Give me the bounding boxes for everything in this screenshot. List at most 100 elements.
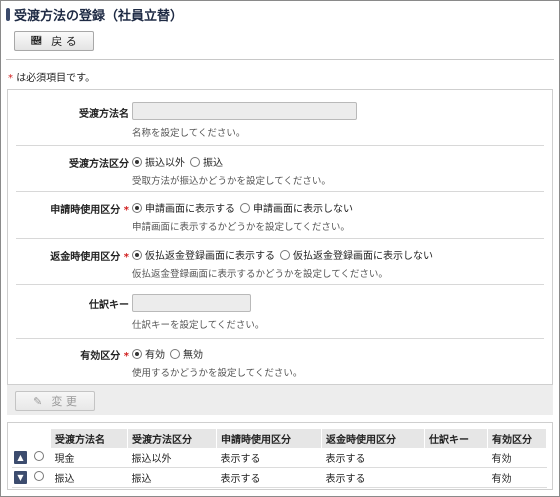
apply-use-option-label: 申請画面に表示する [145,204,235,215]
header-blank [12,429,30,448]
cell-name: 現金 [50,448,128,468]
cell-valid: 有効 [487,448,547,468]
name-hint: 名称を設定してください。 [132,128,246,139]
refund-use-label-text: 返金時使用区分 [50,252,121,263]
column-header: 受渡方法名 [50,429,128,448]
action-bar: ✎ 変 更 [7,385,553,415]
radio-empty-icon[interactable] [280,249,290,260]
cell-method-type: 振込以外 [127,448,217,468]
valid-radio-group: 有効 無効 [132,346,208,361]
refund-use-label: 返金時使用区分 * [50,248,129,263]
column-header: 受渡方法区分 [127,429,217,448]
down-arrow-icon[interactable]: ▼ [14,471,27,484]
valid-option-0[interactable]: 有効 [132,346,165,361]
column-header: 仕訳キー [424,429,488,448]
pencil-icon: ✎ [33,394,43,408]
journal-key-label: 仕訳キー [89,296,129,311]
header-blank [29,429,51,448]
column-header: 返金時使用区分 [321,429,425,448]
apply-use-radio-group: 申請画面に表示する 申請画面に表示しない [132,200,358,215]
radio-selected-icon[interactable] [132,156,142,167]
table-header-row: 受渡方法名 受渡方法区分 申請時使用区分 返金時使用区分 仕訳キー 有効区分 [12,429,547,448]
method-type-option-label: 振込以外 [145,158,185,169]
journal-key-hint: 仕訳キーを設定してください。 [132,320,265,331]
row-radio-icon[interactable] [33,471,44,481]
valid-option-label: 有効 [145,350,165,361]
cell-apply-use: 表示する [216,448,322,468]
cell-method-type: 振込 [127,467,217,488]
table-row[interactable]: ▼ 振込 振込 表示する 表示する 有効 [12,467,547,488]
table-row[interactable]: ▲ 現金 振込以外 表示する 表示する 有効 [12,448,547,468]
row-separator [16,145,544,146]
required-star: * [123,351,129,362]
page-title: 受渡方法の登録（社員立替） [14,8,184,24]
cell-valid: 有効 [487,467,547,488]
row-separator [16,238,544,239]
list-panel: 受渡方法名 受渡方法区分 申請時使用区分 返金時使用区分 仕訳キー 有効区分 ▲… [7,422,553,490]
refund-use-hint: 仮払返金登録画面に表示するかどうかを設定してください。 [132,269,388,280]
title-marker-icon [6,7,10,21]
refund-use-option-1[interactable]: 仮払返金登録画面に表示しない [280,247,433,262]
apply-use-label-text: 申請時使用区分 [50,205,121,216]
apply-use-label: 申請時使用区分 * [50,201,129,216]
radio-selected-icon[interactable] [132,249,142,260]
row-select-cell [29,467,51,488]
cell-refund-use: 表示する [321,448,425,468]
valid-option-1[interactable]: 無効 [170,346,203,361]
method-type-label: 受渡方法区分 [69,155,129,170]
refund-use-radio-group: 仮払返金登録画面に表示する 仮払返金登録画面に表示しない [132,247,438,262]
apply-use-option-label: 申請画面に表示しない [253,204,353,215]
name-input[interactable] [132,102,357,120]
required-star: * [123,205,129,216]
valid-label: 有効区分 * [80,347,129,362]
method-type-option-0[interactable]: 振込以外 [132,154,185,169]
apply-use-hint: 申請画面に表示するかどうかを設定してください。 [132,222,350,233]
column-header: 有効区分 [487,429,547,448]
cell-refund-use: 表示する [321,467,425,488]
required-note-text: は必須項目です。 [16,73,96,84]
radio-empty-icon[interactable] [170,348,180,359]
row-separator [16,191,544,192]
method-type-label-text: 受渡方法区分 [69,159,129,170]
journal-key-label-text: 仕訳キー [89,300,129,311]
radio-empty-icon[interactable] [240,202,250,213]
up-arrow-icon[interactable]: ▲ [14,451,27,464]
divider [6,59,554,60]
name-label-text: 受渡方法名 [79,109,129,120]
method-type-radio-group: 振込以外 振込 [132,154,228,169]
cell-journal-key [424,467,488,488]
cell-apply-use: 表示する [216,467,322,488]
refund-use-option-0[interactable]: 仮払返金登録画面に表示する [132,247,275,262]
method-type-hint: 受取方法が振込かどうかを設定してください。 [132,176,331,187]
refund-use-option-label: 仮払返金登録画面に表示する [145,251,275,262]
row-radio-icon[interactable] [33,451,44,461]
apply-use-option-0[interactable]: 申請画面に表示する [132,200,235,215]
name-label: 受渡方法名 [79,105,129,120]
change-button[interactable]: ✎ 変 更 [15,391,95,411]
row-separator [16,284,544,285]
required-star: * [8,73,13,84]
arrow-left-icon: 🡌 [31,35,42,47]
cell-name: 振込 [50,467,128,488]
change-button-label: 変 更 [51,395,77,408]
back-button[interactable]: 🡌 戻 る [14,31,94,51]
row-select-cell [29,448,51,468]
row-sort-cell: ▲ [12,448,30,468]
required-note: * は必須項目です。 [8,69,95,84]
method-type-option-label: 振込 [203,158,223,169]
row-sort-cell: ▼ [12,467,30,488]
valid-option-label: 無効 [183,350,203,361]
form-panel: 受渡方法名 名称を設定してください。 受渡方法区分 振込以外 振込 受取方法が振… [7,89,553,385]
valid-label-text: 有効区分 [80,351,121,362]
radio-empty-icon[interactable] [190,156,200,167]
method-type-option-1[interactable]: 振込 [190,154,223,169]
window-frame: 受渡方法の登録（社員立替） 🡌 戻 る * は必須項目です。 受渡方法名 名称を… [0,0,560,497]
refund-use-option-label: 仮払返金登録画面に表示しない [293,251,433,262]
column-header: 申請時使用区分 [216,429,322,448]
cell-journal-key [424,448,488,468]
journal-key-input[interactable] [132,294,251,312]
method-table: 受渡方法名 受渡方法区分 申請時使用区分 返金時使用区分 仕訳キー 有効区分 ▲… [12,429,547,488]
radio-selected-icon[interactable] [132,348,142,359]
radio-selected-icon[interactable] [132,202,142,213]
apply-use-option-1[interactable]: 申請画面に表示しない [240,200,353,215]
